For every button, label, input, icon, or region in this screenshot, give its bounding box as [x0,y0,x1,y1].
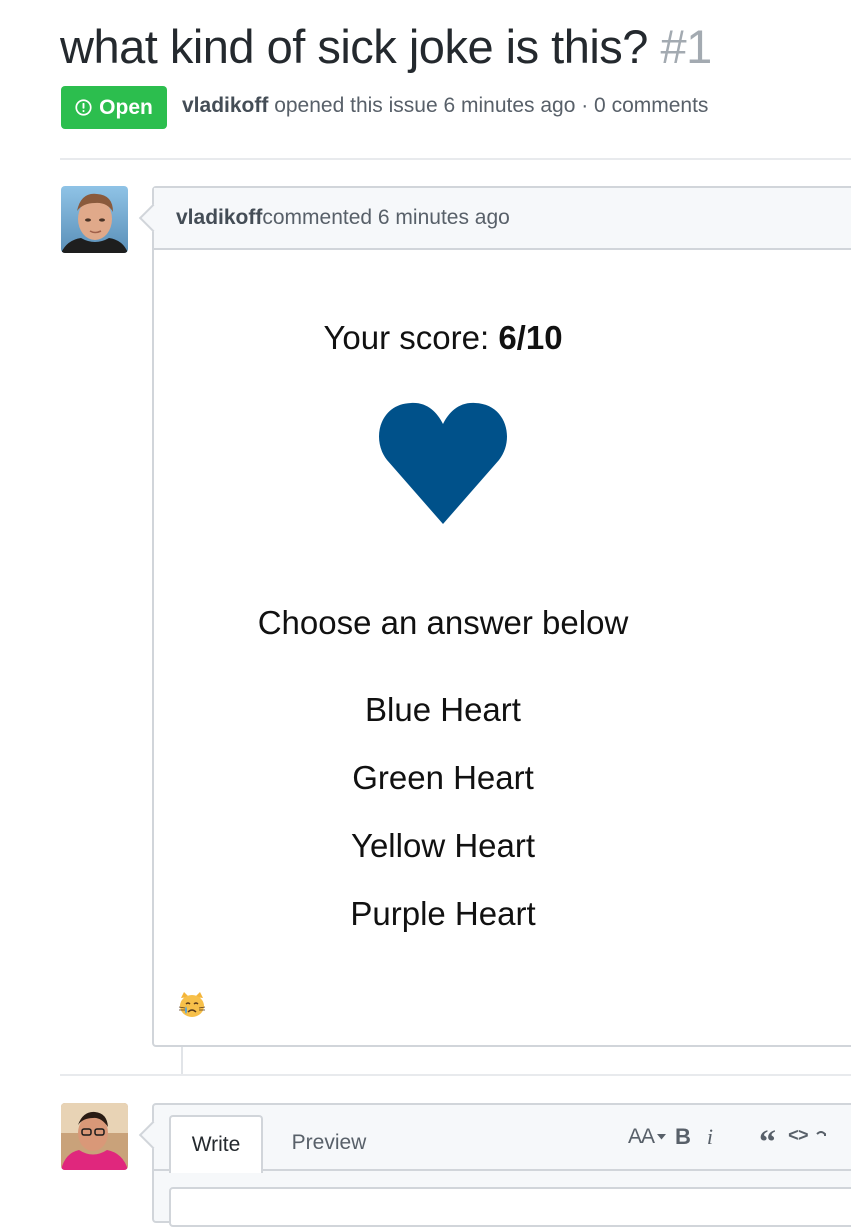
code-button[interactable]: <> [788,1121,809,1153]
quiz-prompt: Choose an answer below [257,604,629,641]
comment-textarea[interactable] [169,1187,851,1227]
avatar-vladikoff-image [61,186,128,253]
tab-preview[interactable]: Preview [274,1115,384,1171]
answer-green-heart[interactable]: Green Heart [154,758,732,798]
comment-header: vladikoff commented 6 minutes ago [154,188,851,250]
issue-title: what kind of sick joke is this? #1 [60,18,712,76]
comment-author-link[interactable]: vladikoff [176,206,262,230]
issue-state-badge: Open [61,86,167,129]
text-size-label: AA [628,1125,655,1148]
issue-meta: vladikoff opened this issue 6 minutes ag… [182,94,708,118]
text-size-button[interactable]: AA [628,1121,667,1153]
crying-cat-face-icon [177,990,207,1020]
issue-state-label: Open [99,95,153,119]
answer-purple-heart[interactable]: Purple Heart [154,894,732,934]
issue-opened-icon [75,99,92,116]
timeline-divider [60,1074,851,1076]
avatar[interactable] [61,186,128,253]
italic-button[interactable]: i [707,1121,713,1153]
bold-button[interactable]: B [675,1121,691,1153]
score-label: Your score: [323,319,499,356]
answer-blue-heart[interactable]: Blue Heart [154,690,732,730]
comment-editor: Write Preview AA B i “ <> [138,1103,851,1227]
issue-meta-text: opened this issue 6 minutes ago · 0 comm… [268,94,709,117]
markdown-toolbar: AA B i “ <> [628,1121,828,1161]
editor-pointer [138,1120,168,1150]
heart-icon [377,394,509,526]
comment-box: vladikoff commented 6 minutes ago Your s… [138,186,851,1047]
quote-button[interactable]: “ [759,1115,776,1161]
tab-write[interactable]: Write [169,1115,263,1173]
chevron-down-icon [657,1134,667,1140]
answer-yellow-heart[interactable]: Yellow Heart [154,826,732,866]
score-value: 6/10 [498,319,563,356]
issue-author-link[interactable]: vladikoff [182,94,268,117]
timeline-connector [181,1047,183,1074]
avatar-current-user-image [61,1103,128,1170]
current-user-avatar[interactable] [61,1103,128,1170]
issue-number: #1 [660,20,713,73]
heart-shape [379,402,507,524]
header-divider [60,158,851,160]
link-icon[interactable] [814,1121,828,1153]
score-line: Your score: 6/10 [154,318,732,358]
comment-header-text: commented 6 minutes ago [262,206,510,229]
issue-title-text: what kind of sick joke is this? [60,20,648,73]
